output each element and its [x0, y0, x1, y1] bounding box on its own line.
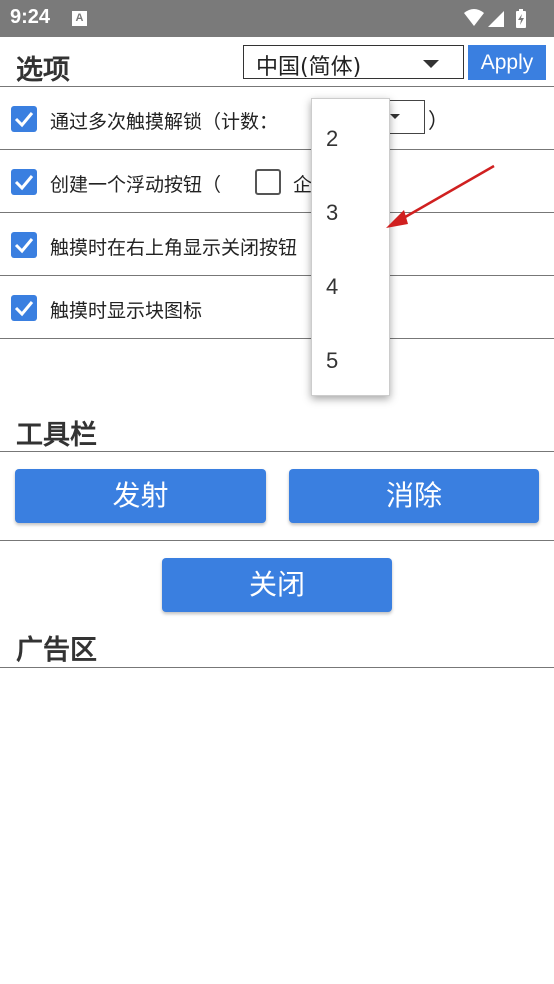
annotation-arrow [386, 164, 495, 228]
count-dropdown-list: 2 3 4 5 [311, 98, 390, 396]
divider [0, 451, 554, 452]
count-option-2[interactable]: 2 [326, 126, 338, 152]
close-button-label: 触摸时在右上角显示关闭按钮 [50, 237, 298, 259]
divider [0, 149, 554, 150]
floating-button-checkbox[interactable] [11, 169, 37, 195]
block-icon-label: 触摸时显示块图标 [50, 300, 203, 322]
status-time: 9:24 [10, 6, 51, 28]
divider [0, 86, 554, 87]
count-option-4[interactable]: 4 [326, 274, 338, 300]
chevron-down-icon [423, 60, 439, 68]
clear-button[interactable]: 消除 [289, 469, 539, 523]
divider [0, 667, 554, 668]
close-paren: ） [428, 109, 449, 133]
unlock-checkbox[interactable] [11, 106, 37, 132]
wifi-icon [464, 9, 484, 26]
signal-icon [488, 11, 504, 27]
status-icons [464, 8, 544, 34]
language-select[interactable]: 中国(简体) [243, 45, 464, 80]
ad-title: 广告区 [16, 635, 97, 666]
block-icon-checkbox[interactable] [11, 295, 37, 321]
count-option-3[interactable]: 3 [326, 200, 338, 226]
count-select[interactable] [385, 100, 425, 134]
fire-button[interactable]: 发射 [15, 469, 266, 523]
language-select-value: 中国(简体) [256, 55, 362, 80]
status-bar: 9:24 A [0, 0, 554, 37]
divider [0, 275, 554, 276]
chevron-down-icon [390, 114, 400, 119]
divider [0, 540, 554, 541]
floating-inner-checkbox[interactable] [255, 169, 281, 195]
toolbar-title: 工具栏 [16, 420, 97, 451]
close-button-checkbox[interactable] [11, 232, 37, 258]
count-option-5[interactable]: 5 [326, 348, 338, 374]
floating-inner-label: 企 [293, 174, 313, 196]
notification-icon: A [72, 11, 87, 26]
option-row-unlock-count: 通过多次触摸解锁（计数： [0, 88, 554, 150]
option-row-block-icon: 触摸时显示块图标 [0, 277, 554, 339]
options-title: 选项 [16, 55, 70, 86]
floating-button-label: 创建一个浮动按钮（ [50, 174, 222, 196]
divider [0, 338, 554, 339]
battery-icon [516, 9, 526, 28]
apply-button[interactable]: Apply [468, 45, 546, 80]
unlock-label: 通过多次触摸解锁（计数： [50, 111, 279, 133]
close-button[interactable]: 关闭 [162, 558, 392, 612]
